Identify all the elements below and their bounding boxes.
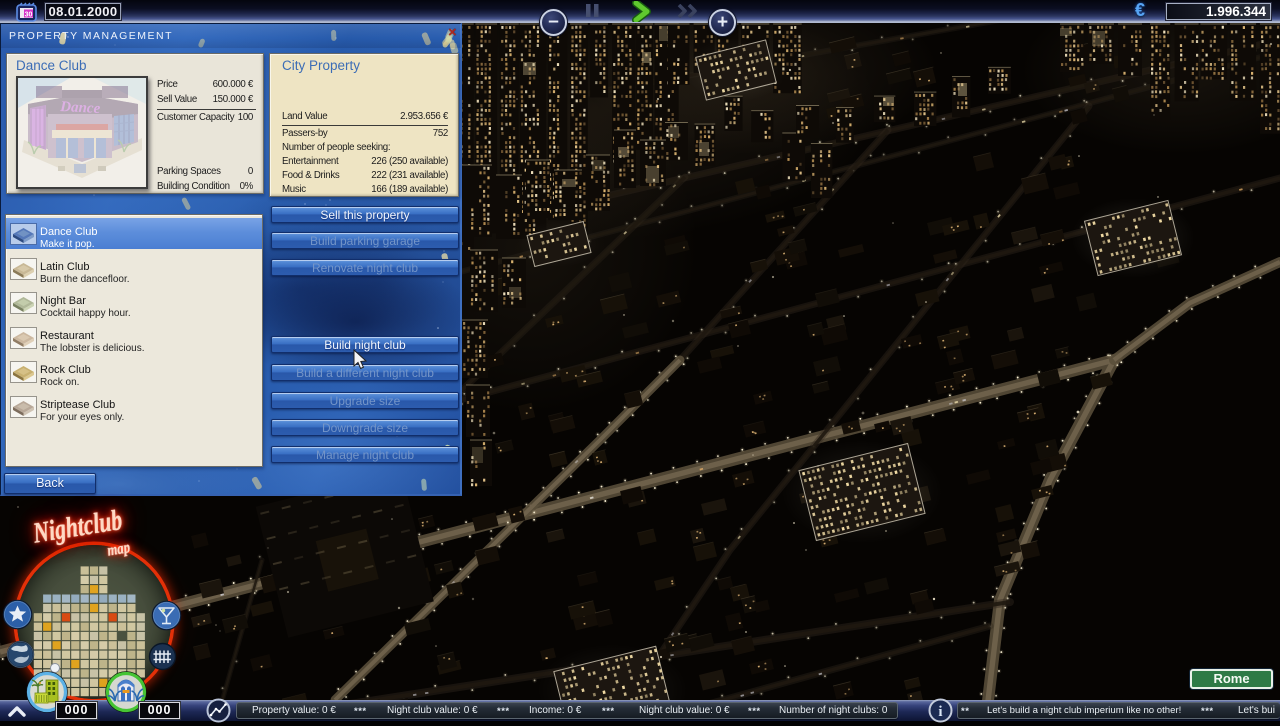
svg-text:30: 30 (25, 12, 33, 19)
svg-text:Dance: Dance (59, 99, 101, 117)
svg-text:i: i (938, 704, 942, 720)
